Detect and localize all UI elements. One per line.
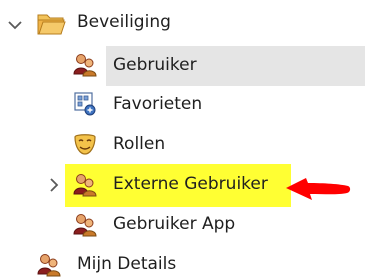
tree-node-label: Mijn Details: [77, 254, 177, 274]
chevron-right-icon[interactable]: [46, 177, 62, 193]
users-icon: [37, 254, 61, 277]
favorites-icon: [74, 92, 96, 116]
tree-node-label: Beveiliging: [77, 12, 171, 32]
chevron-down-icon[interactable]: [7, 17, 23, 33]
annotation-arrow-icon: [286, 178, 351, 200]
folder-icon: [37, 14, 66, 35]
tree-node-label: Rollen: [113, 134, 166, 154]
tree-node-label: Gebruiker App: [113, 214, 236, 234]
mask-icon: [74, 134, 96, 155]
tree-view: Beveiliging Gebruiker Favorieten Rollen …: [0, 0, 365, 280]
users-icon: [73, 214, 97, 237]
tree-node-label: Gebruiker: [113, 55, 197, 75]
tree-node-label: Externe Gebruiker: [113, 174, 268, 194]
users-icon: [73, 174, 97, 197]
users-icon: [73, 54, 97, 77]
tree-node-label: Favorieten: [113, 94, 203, 114]
